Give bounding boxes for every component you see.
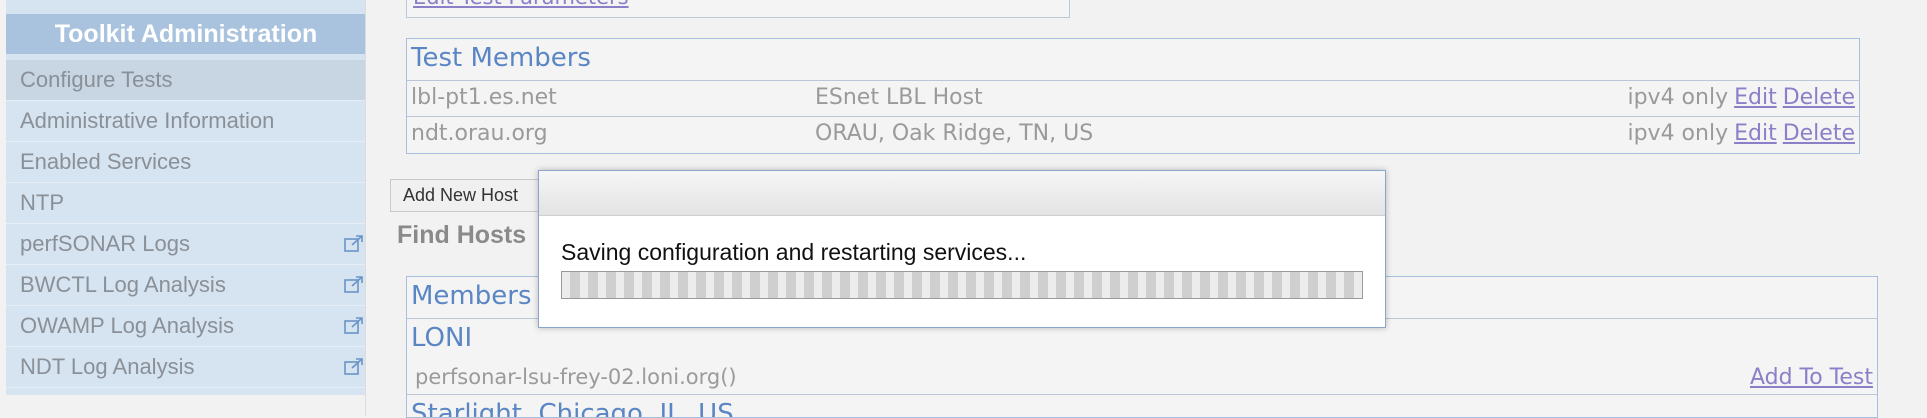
sidebar-item-label: NDT Log Analysis xyxy=(20,354,195,379)
member-host: lbl-pt1.es.net xyxy=(411,85,557,110)
edit-test-parameters-link[interactable]: Edit Test Parameters xyxy=(413,0,629,9)
external-link-icon xyxy=(344,235,363,252)
members-title: Members xyxy=(411,281,532,311)
table-row: lbl-pt1.es.net ESnet LBL Host ipv4 only E… xyxy=(407,80,1859,116)
sidebar-item-bwctl-log-analysis[interactable]: BWCTL Log Analysis xyxy=(6,265,366,306)
delete-member-link[interactable]: Delete xyxy=(1783,85,1855,110)
sidebar-item-perfsonar-logs[interactable]: perfSONAR Logs xyxy=(6,224,366,265)
sidebar-item-owamp-log-analysis[interactable]: OWAMP Log Analysis xyxy=(6,306,366,347)
delete-member-link[interactable]: Delete xyxy=(1783,121,1855,146)
member-host: ndt.orau.org xyxy=(411,121,548,146)
edit-member-link[interactable]: Edit xyxy=(1734,85,1777,110)
edit-params-box: Edit Test Parameters xyxy=(406,0,1070,18)
add-new-host-button[interactable]: Add New Host xyxy=(390,179,540,212)
external-link-icon xyxy=(344,317,363,334)
group-name: Starlight, Chicago, IL, US xyxy=(411,399,734,418)
sidebar: Toolkit Administration Configure Tests A… xyxy=(6,0,366,395)
group-host: perfsonar-lsu-frey-02.loni.org() xyxy=(415,365,737,389)
sidebar-item-label: perfSONAR Logs xyxy=(20,231,190,256)
sidebar-item-enabled-services[interactable]: Enabled Services xyxy=(6,142,366,183)
test-members-title: Test Members xyxy=(411,43,591,73)
edit-member-link[interactable]: Edit xyxy=(1734,121,1777,146)
progress-bar xyxy=(561,271,1363,299)
saving-dialog: Saving configuration and restarting serv… xyxy=(538,170,1386,328)
external-link-icon xyxy=(344,276,363,293)
sidebar-item-label: NTP xyxy=(20,190,64,215)
test-members-panel: Test Members lbl-pt1.es.net ESnet LBL Ho… xyxy=(406,38,1860,154)
member-ip-mode: ipv4 only xyxy=(1627,121,1729,146)
list-item: Starlight, Chicago, IL, US xyxy=(407,394,1877,418)
sidebar-item-label: Enabled Services xyxy=(20,149,192,174)
member-ip-mode: ipv4 only xyxy=(1627,85,1729,110)
sidebar-item-ntp[interactable]: NTP xyxy=(6,183,366,224)
table-row: ndt.orau.org ORAU, Oak Ridge, TN, US ipv… xyxy=(407,116,1859,152)
external-link-icon xyxy=(344,358,363,375)
group-name: LONI xyxy=(411,323,473,353)
member-description: ESnet LBL Host xyxy=(815,85,983,110)
sidebar-header: Toolkit Administration xyxy=(6,14,366,54)
sidebar-item-label: Administrative Information xyxy=(20,108,275,133)
dialog-titlebar[interactable] xyxy=(539,171,1385,216)
sidebar-item-configure-tests[interactable]: Configure Tests xyxy=(6,60,366,101)
content-divider xyxy=(365,0,366,416)
find-hosts-heading: Find Hosts xyxy=(397,221,527,249)
add-to-test-link[interactable]: Add To Test xyxy=(1750,365,1873,390)
sidebar-item-administrative-information[interactable]: Administrative Information xyxy=(6,101,366,142)
sidebar-item-ndt-log-analysis[interactable]: NDT Log Analysis xyxy=(6,347,366,388)
member-description: ORAU, Oak Ridge, TN, US xyxy=(815,121,1094,146)
dialog-message: Saving configuration and restarting serv… xyxy=(561,239,1027,265)
sidebar-item-label: OWAMP Log Analysis xyxy=(20,313,234,338)
sidebar-item-label: Configure Tests xyxy=(20,67,173,92)
sidebar-item-label: BWCTL Log Analysis xyxy=(20,272,226,297)
list-item: LONI perfsonar-lsu-frey-02.loni.org() Ad… xyxy=(407,318,1877,393)
